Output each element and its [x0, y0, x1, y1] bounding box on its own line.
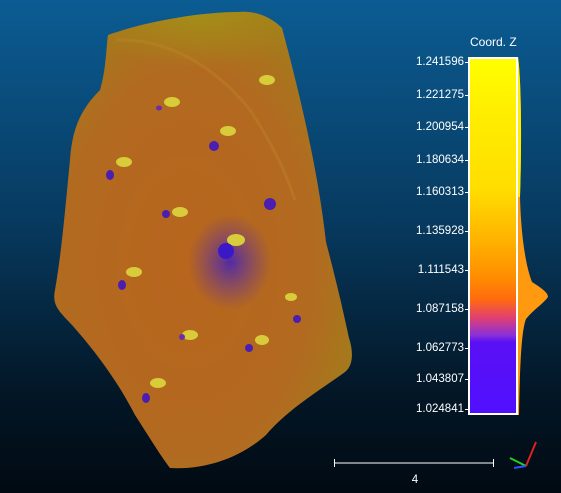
color-scale-tick-label: 1.062773	[416, 342, 464, 355]
color-scale-tick-mark	[465, 159, 469, 161]
point-cloud-surface	[54, 11, 352, 469]
color-scale-tick-label: 1.135928	[416, 225, 464, 238]
color-scale-tick-mark	[465, 378, 469, 380]
color-scale-tick-mark	[465, 409, 469, 410]
color-scale-tick-mark	[465, 192, 469, 194]
color-scale-tick-mark	[465, 309, 469, 311]
color-scale-tick-label: 1.160313	[416, 186, 464, 199]
value-histogram	[518, 57, 548, 415]
color-scale-tick-label: 1.180634	[416, 153, 464, 166]
scale-bar	[334, 459, 494, 467]
color-scale-tick-label: 1.043807	[416, 372, 464, 385]
color-scale-tick-mark	[465, 270, 469, 272]
color-scale-tick-mark	[465, 127, 469, 129]
scalar-field-title: Coord. Z	[470, 35, 517, 49]
color-scale-tick-label: 1.087158	[416, 303, 464, 316]
color-scale-tick-mark	[465, 62, 469, 63]
color-scale-tick-label: 1.200954	[416, 121, 464, 134]
color-scale-tick-mark	[465, 231, 469, 233]
color-scale-bar	[468, 57, 518, 415]
scale-label: 4	[411, 474, 419, 486]
color-scale-tick-mark	[465, 94, 469, 96]
color-scale-tick-label: 1.221275	[416, 88, 464, 101]
color-scale-tick-label: 1.111543	[417, 264, 464, 277]
color-scale-tick-label: 1.241596	[416, 56, 464, 68]
color-scale-tick-label: 1.024841	[416, 403, 464, 415]
color-scale-tick-mark	[465, 348, 469, 350]
axis-trihedron-icon	[509, 441, 537, 469]
